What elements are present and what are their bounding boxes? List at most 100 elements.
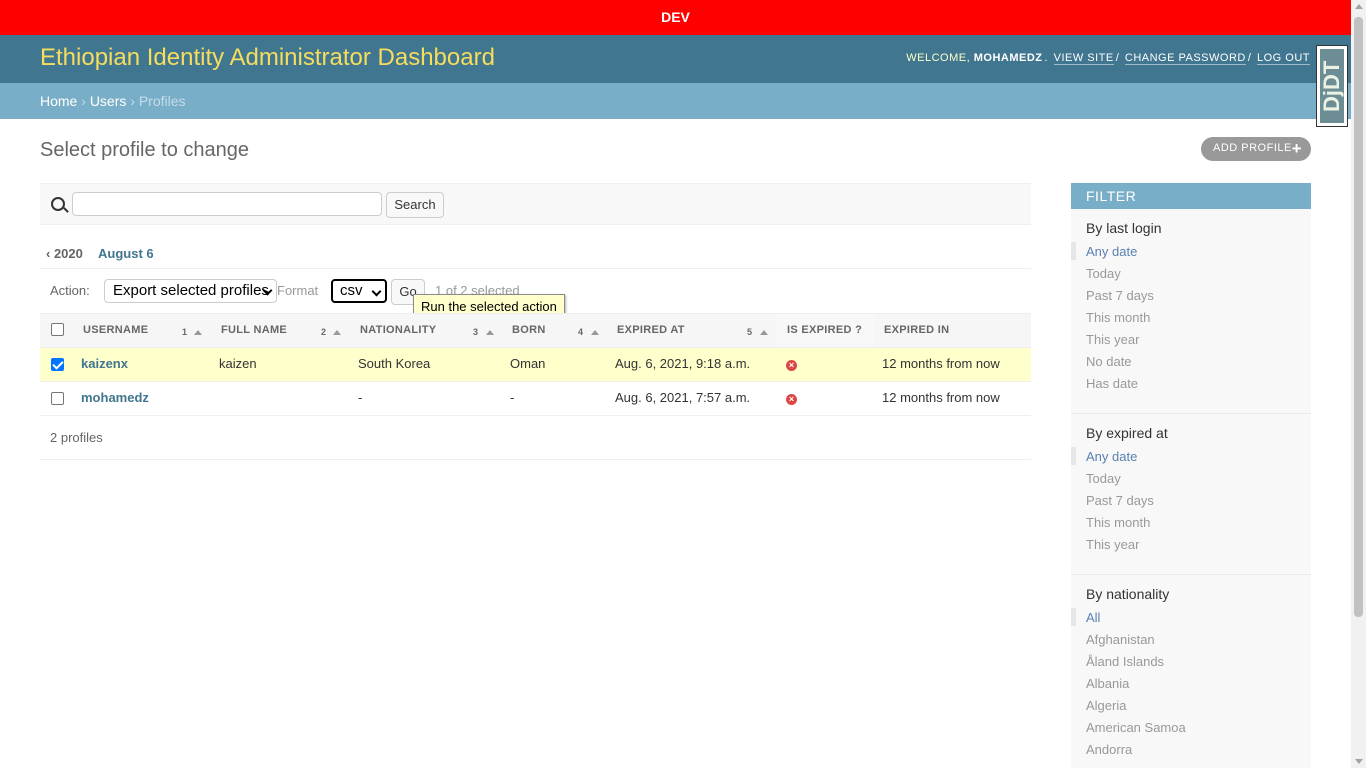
filter-option[interactable]: This year — [1071, 332, 1311, 354]
filter-option[interactable]: All — [1071, 608, 1311, 632]
row-checkbox[interactable] — [51, 392, 64, 405]
debug-toolbar-handle[interactable]: DjDT — [1316, 45, 1348, 127]
expired-no-icon: × — [786, 394, 797, 405]
page-scrollbar[interactable] — [1351, 0, 1366, 768]
debug-toolbar-label: DjDT — [1319, 49, 1344, 123]
select-all-header — [40, 313, 73, 348]
filter-option[interactable]: This month — [1071, 515, 1311, 537]
scroll-up-icon[interactable] — [1355, 4, 1363, 9]
add-profile-button[interactable]: Add profile + — [1201, 137, 1311, 161]
table-header-row: Username 1 Full name 2 Nationality 3 Bor… — [40, 313, 1031, 348]
site-title[interactable]: Ethiopian Identity Administrator Dashboa… — [40, 44, 495, 72]
date-hierarchy-current[interactable]: August 6 — [98, 246, 154, 261]
full-name-cell: kaizen — [219, 356, 257, 371]
current-username: mohamedz — [973, 52, 1043, 64]
breadcrumb-home[interactable]: Home — [40, 93, 77, 109]
filter-option[interactable]: Past 7 days — [1071, 493, 1311, 515]
filter-option[interactable]: Afghanistan — [1071, 632, 1311, 654]
column-header-is-expired: Is expired ? — [777, 313, 874, 348]
filter-option[interactable]: Åland Islands — [1071, 654, 1311, 676]
format-select-value: csv — [340, 282, 363, 299]
row-checkbox[interactable] — [51, 358, 64, 371]
action-select-value: Export selected profiles — [113, 282, 269, 299]
filter-option[interactable]: This month — [1071, 310, 1311, 332]
filter-group-expired-at: By expired at Any date Today Past 7 days… — [1071, 414, 1311, 575]
table-row[interactable]: kaizenx kaizen South Korea Oman Aug. 6, … — [40, 347, 1031, 382]
sort-ascending-icon[interactable] — [591, 330, 599, 335]
sort-ascending-icon[interactable] — [194, 330, 202, 335]
breadcrumb-current: Profiles — [138, 93, 186, 109]
column-header-expired-at[interactable]: Expired at 5 — [607, 313, 777, 348]
view-site-link[interactable]: View site — [1053, 52, 1114, 65]
expired-no-icon: × — [786, 360, 797, 371]
chevron-down-icon — [371, 286, 382, 297]
select-all-checkbox[interactable] — [51, 323, 64, 336]
filter-option[interactable]: Any date — [1071, 447, 1311, 471]
expired-in-cell: 12 months from now — [882, 390, 1000, 405]
sort-ascending-icon[interactable] — [333, 330, 341, 335]
search-toolbar: Search — [40, 183, 1031, 225]
filter-sidebar: Filter By last login Any date Today Past… — [1071, 183, 1311, 768]
date-hierarchy-back[interactable]: ‹ 2020 — [46, 246, 83, 261]
filter-option[interactable]: Today — [1071, 471, 1311, 493]
sort-ascending-icon[interactable] — [486, 330, 494, 335]
column-header-username[interactable]: Username 1 — [73, 313, 211, 348]
filter-option[interactable]: Has date — [1071, 376, 1311, 398]
actions-bar: Action: Export selected profiles Format … — [40, 270, 1031, 320]
filter-group-title: By last login — [1086, 220, 1162, 236]
born-cell: - — [510, 390, 515, 405]
table-row[interactable]: mohamedz - - Aug. 6, 2021, 7:57 a.m. × 1… — [40, 381, 1031, 416]
page-title: Select profile to change — [40, 139, 250, 161]
plus-icon: + — [1291, 139, 1302, 158]
header: Ethiopian Identity Administrator Dashboa… — [0, 35, 1351, 83]
format-select[interactable]: csv — [331, 279, 387, 303]
scrollbar-thumb[interactable] — [1354, 17, 1363, 617]
change-password-link[interactable]: Change password — [1124, 52, 1246, 65]
filter-group-title: By nationality — [1086, 586, 1170, 602]
expired-at-cell: Aug. 6, 2021, 7:57 a.m. — [615, 390, 751, 405]
filter-group-last-login: By last login Any date Today Past 7 days… — [1071, 209, 1311, 414]
results-table: Username 1 Full name 2 Nationality 3 Bor… — [40, 313, 1031, 416]
user-tools: Welcome, mohamedz. View site / Change pas… — [906, 52, 1310, 65]
born-cell: Oman — [510, 356, 546, 371]
welcome-text: Welcome, — [906, 52, 971, 64]
format-label: Format — [277, 283, 319, 298]
filter-group-title: By expired at — [1086, 425, 1168, 441]
filter-option[interactable]: American Samoa — [1071, 720, 1311, 742]
filter-option[interactable]: Andorra — [1071, 742, 1311, 764]
filter-option[interactable]: This year — [1071, 537, 1311, 559]
action-label: Action: — [50, 283, 90, 298]
filter-option[interactable]: Past 7 days — [1071, 288, 1311, 310]
log-out-link[interactable]: Log out — [1256, 52, 1310, 65]
date-hierarchy: ‹ 2020 August 6 — [40, 240, 1031, 269]
add-profile-label: Add profile — [1213, 142, 1292, 154]
search-button[interactable]: Search — [386, 192, 444, 218]
scroll-down-icon[interactable] — [1355, 759, 1363, 764]
column-header-full-name[interactable]: Full name 2 — [211, 313, 350, 348]
nationality-cell: South Korea — [358, 356, 431, 371]
nationality-cell: - — [358, 390, 363, 405]
env-banner: DEV — [0, 0, 1351, 35]
column-header-born[interactable]: Born 4 — [502, 313, 607, 348]
username-link[interactable]: kaizenx — [81, 356, 128, 371]
filter-option[interactable]: Algeria — [1071, 698, 1311, 720]
column-header-nationality[interactable]: Nationality 3 — [350, 313, 502, 348]
filter-option[interactable]: Any date — [1071, 242, 1311, 266]
username-link[interactable]: mohamedz — [81, 390, 149, 405]
result-count-text: 2 profiles — [50, 430, 103, 445]
filter-option[interactable]: No date — [1071, 354, 1311, 376]
result-count: 2 profiles — [40, 415, 1031, 460]
column-header-expired-in: Expired in — [874, 313, 1031, 348]
filter-option[interactable]: Albania — [1071, 676, 1311, 698]
expired-in-cell: 12 months from now — [882, 356, 1000, 371]
filter-option[interactable]: Today — [1071, 266, 1311, 288]
breadcrumb: Home › Users › Profiles — [0, 83, 1351, 119]
expired-at-cell: Aug. 6, 2021, 9:18 a.m. — [615, 356, 751, 371]
search-icon — [51, 197, 65, 211]
search-input[interactable] — [72, 192, 382, 216]
action-select[interactable]: Export selected profiles — [104, 279, 277, 303]
filter-title: Filter — [1071, 183, 1311, 209]
breadcrumb-users[interactable]: Users — [90, 93, 127, 109]
sort-ascending-icon[interactable] — [760, 330, 768, 335]
filter-group-nationality: By nationality All Afghanistan Åland Isl… — [1071, 575, 1311, 768]
